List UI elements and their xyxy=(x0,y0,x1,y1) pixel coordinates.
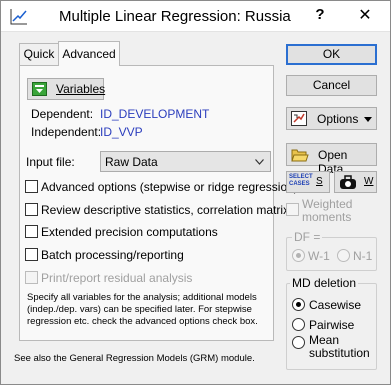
extended-precision-label: Extended precision computations xyxy=(41,225,218,239)
select-cases-shortcut: S xyxy=(316,176,323,187)
advanced-options-label: Advanced options (stepwise or ridge regr… xyxy=(41,180,298,194)
df-group-title: DF = xyxy=(292,230,323,244)
radio-dot xyxy=(296,253,301,258)
options-icon xyxy=(291,111,307,126)
open-data-button[interactable]: Open Data xyxy=(286,143,377,176)
weights-button[interactable]: W xyxy=(334,171,377,193)
select-cases-icon: SELECT CASES xyxy=(289,174,313,187)
panel-note: Specify all variables for the analysis; … xyxy=(27,292,258,327)
weights-shortcut: W xyxy=(364,176,374,187)
title-bar: Multiple Linear Regression: Russia ? ✕ xyxy=(1,1,390,32)
chart-app-icon xyxy=(10,9,27,25)
options-button[interactable]: Options xyxy=(286,107,377,130)
df-w1-label: W-1 xyxy=(308,249,330,263)
df-n1-label: N-1 xyxy=(353,249,373,263)
df-n1-radio xyxy=(337,249,350,262)
dependent-value: ID_DEVELOPMENT xyxy=(100,107,210,121)
batch-processing-label: Batch processing/reporting xyxy=(41,248,184,262)
window-title: Multiple Linear Regression: Russia xyxy=(59,8,291,25)
folder-open-icon xyxy=(291,149,309,162)
pairwise-radio[interactable] xyxy=(292,318,305,331)
md-deletion-title: MD deletion xyxy=(290,276,359,290)
pairwise-label: Pairwise xyxy=(309,318,355,332)
batch-processing-checkbox[interactable] xyxy=(25,248,38,261)
weighted-moments-label: Weighted moments xyxy=(302,197,353,224)
tab-advanced[interactable]: Advanced xyxy=(58,41,120,66)
advanced-options-checkbox[interactable] xyxy=(25,180,38,193)
extended-precision-checkbox[interactable] xyxy=(25,225,38,238)
casewise-radio[interactable] xyxy=(292,298,305,311)
variables-button[interactable]: Variables xyxy=(27,78,106,100)
casewise-label: Casewise xyxy=(309,298,362,312)
print-residual-label: Print/report residual analysis xyxy=(41,271,193,285)
cancel-button[interactable]: Cancel xyxy=(286,75,377,96)
close-button[interactable]: ✕ xyxy=(341,1,389,31)
independent-value: ID_VVP xyxy=(100,125,143,139)
weight-icon xyxy=(340,175,356,189)
options-button-label: Options xyxy=(317,112,359,126)
input-file-select[interactable]: Raw Data xyxy=(100,151,271,172)
chevron-down-icon xyxy=(255,159,264,165)
tab-quick[interactable]: Quick xyxy=(19,43,58,65)
radio-dot xyxy=(296,302,301,307)
select-cases-button[interactable]: SELECT CASES S xyxy=(286,171,330,193)
variables-icon xyxy=(32,82,47,96)
review-descriptive-checkbox[interactable] xyxy=(25,203,38,216)
caret-down-icon xyxy=(364,117,372,122)
input-file-value: Raw Data xyxy=(105,155,158,169)
print-residual-checkbox xyxy=(25,271,38,284)
weighted-moments-checkbox xyxy=(286,203,299,216)
variables-button-label: Variables xyxy=(56,82,106,96)
independent-label: Independent: xyxy=(31,125,102,139)
input-file-label: Input file: xyxy=(26,155,75,169)
mean-substitution-radio[interactable] xyxy=(292,336,305,349)
ok-button[interactable]: OK xyxy=(286,44,377,65)
mean-substitution-label: Mean substitution xyxy=(309,333,370,360)
review-descriptive-label: Review descriptive statistics, correlati… xyxy=(41,203,290,217)
footer-text: See also the General Regression Models (… xyxy=(14,353,255,364)
dialog-window: Multiple Linear Regression: Russia ? ✕ Q… xyxy=(0,0,391,385)
df-w1-radio xyxy=(292,249,305,262)
dependent-label: Dependent: xyxy=(31,107,94,121)
help-button[interactable]: ? xyxy=(307,3,333,27)
